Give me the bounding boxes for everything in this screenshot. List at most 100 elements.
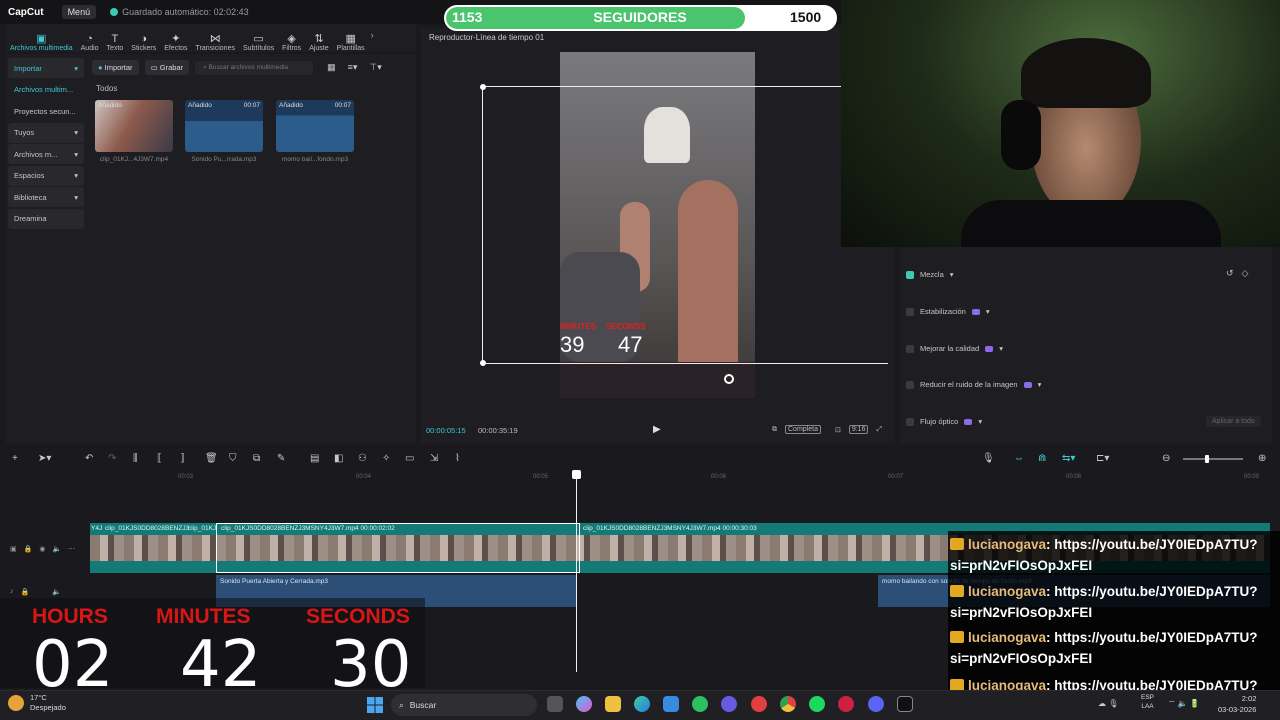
media-thumb-video[interactable]: Añadido (95, 100, 173, 152)
capcut-icon[interactable] (897, 696, 913, 712)
file-explorer-icon[interactable] (605, 696, 621, 712)
reset-icon[interactable]: ↺ (1226, 268, 1234, 279)
zoom-out-icon[interactable]: ⊖ (1162, 453, 1170, 464)
export-frame-icon[interactable]: ⇲ (430, 453, 438, 464)
chevron-right-icon[interactable]: › (371, 30, 374, 40)
undo-icon[interactable]: ↶ (85, 453, 93, 464)
checkbox[interactable] (906, 344, 914, 353)
option-blend[interactable]: Mezcla ▾ (906, 270, 954, 279)
playhead[interactable] (576, 470, 577, 672)
apply-all-button[interactable]: Aplicar a todo (1206, 416, 1261, 427)
scan-icon[interactable]: ⊡ (835, 426, 841, 434)
edit-icon[interactable]: ✎ (277, 453, 285, 464)
cursor-icon[interactable]: ➤▾ (38, 453, 51, 464)
track-thumb-icon[interactable]: ▣ (10, 545, 17, 553)
sidebar-item-import[interactable]: Importar ▾ (8, 58, 84, 78)
sidebar-item-files[interactable]: Archivos m... ▾ (8, 144, 84, 164)
playhead-handle[interactable] (572, 470, 581, 479)
checkbox[interactable] (906, 270, 914, 279)
lock-icon[interactable]: 🔒 (21, 588, 30, 596)
tab-adjust[interactable]: ⇅ Ajuste (305, 26, 332, 52)
language-indicator[interactable]: ESP LAA (1141, 693, 1154, 711)
shield-icon[interactable]: ⛉ (229, 453, 237, 464)
copilot-icon[interactable] (576, 696, 592, 712)
chrome-icon[interactable] (780, 696, 796, 712)
quality-button[interactable]: Completa (785, 425, 821, 434)
sidebar-item-dreamina[interactable]: Dreamina (8, 208, 84, 229)
magnet-icon[interactable]: ⋒ (1038, 453, 1046, 464)
eye-icon[interactable]: ◉ (39, 545, 45, 553)
task-view-icon[interactable] (547, 696, 563, 712)
sidebar-item-spaces[interactable]: Espacios ▾ (8, 165, 84, 186)
keyframe-icon[interactable]: ◇ (1242, 268, 1249, 279)
tab-transitions[interactable]: ⋈ Transiciones (192, 26, 239, 52)
checkbox[interactable] (906, 417, 914, 426)
option-optical-flow[interactable]: Flujo óptico ▾ (906, 417, 982, 426)
network-icons[interactable]: ⌔ 🔈 🔋 (1168, 699, 1200, 709)
person-icon[interactable]: ⚇ (358, 453, 367, 464)
zoom-slider-thumb[interactable] (1205, 455, 1209, 463)
sidebar-item-secondary-projects[interactable]: Proyectos secun... (8, 101, 84, 121)
ratio-button[interactable]: 9:16 (848, 425, 869, 434)
microphone-icon[interactable]: 🎙 (982, 453, 995, 464)
split-icon[interactable]: ⫼ (133, 453, 138, 464)
audio-track-icon[interactable]: ♪ (10, 588, 14, 596)
capture-icon[interactable] (751, 696, 767, 712)
media-thumb-audio[interactable]: Añadido 00:07 (276, 100, 354, 152)
tab-templates[interactable]: ▦ Plantillas (333, 26, 369, 52)
link-icon[interactable]: ⇔ (1014, 453, 1024, 464)
store-icon[interactable] (663, 696, 679, 712)
crop-icon[interactable]: ⧉ (253, 453, 260, 464)
sidebar-item-yours[interactable]: Tuyos ▾ (8, 122, 84, 143)
filter-icon[interactable]: ⊤▾ (369, 62, 381, 73)
freeze-icon[interactable]: ▤ (310, 453, 319, 464)
tab-media[interactable]: ▣ Archivos multimedia (6, 26, 77, 52)
windows-start-icon[interactable] (366, 696, 384, 714)
crop-icon[interactable]: ⧉ (772, 426, 777, 434)
tab-text[interactable]: T Texto (103, 26, 128, 52)
more-icon[interactable]: ⋯ (68, 545, 75, 553)
resize-handle[interactable] (480, 360, 486, 366)
sidebar-item-library[interactable]: Biblioteca ▾ (8, 187, 84, 207)
close-circle-icon[interactable] (724, 374, 734, 384)
option-denoise[interactable]: Reducir el ruido de la imagen ▾ (906, 380, 1041, 389)
tab-subtitles[interactable]: ▭ Subtítulos (239, 26, 278, 52)
discord-icon[interactable] (868, 696, 884, 712)
delete-icon[interactable]: 🗑 (205, 453, 218, 464)
magic-icon[interactable]: ✧ (382, 453, 390, 464)
checkbox[interactable] (906, 380, 914, 389)
zoom-slider[interactable] (1183, 455, 1243, 463)
add-track-icon[interactable]: + (12, 453, 18, 464)
play-icon[interactable]: ▶ (653, 424, 661, 435)
whatsapp-icon[interactable] (692, 696, 708, 712)
taskbar-clock[interactable]: 2:02 03-03-2026 (1218, 693, 1256, 715)
lock-icon[interactable]: 🔒 (24, 545, 33, 553)
tab-filters[interactable]: ◈ Filtros (278, 26, 305, 52)
trim-left-icon[interactable]: ⟦ (157, 453, 162, 464)
spotify-icon[interactable] (809, 696, 825, 712)
volume-icon[interactable]: 🔈 (52, 588, 61, 596)
snap-icon[interactable]: ⇆▾ (1062, 453, 1075, 464)
import-button[interactable]: ● Importar (92, 60, 139, 75)
tray-icons[interactable]: ☁ 🎙 (1098, 699, 1118, 708)
fullscreen-icon[interactable]: ⤢ (876, 426, 882, 434)
volume-icon[interactable]: 🔈 (52, 545, 61, 553)
option-enhance-quality[interactable]: Mejorar la calidad ▾ (906, 344, 1003, 353)
tab-audio[interactable]: ◔ Audio (77, 26, 103, 52)
app-circle-icon[interactable] (721, 696, 737, 712)
timeline-ruler[interactable]: 00:03 00:04 00:05 00:06 00:07 00:08 00:0… (90, 470, 1280, 484)
menu-button[interactable]: Menú (61, 5, 97, 19)
sidebar-item-media-files[interactable]: Archivos multim... (8, 80, 84, 100)
redo-icon[interactable]: ↷ (108, 453, 116, 464)
option-stabilization[interactable]: Estabilización ▾ (906, 307, 990, 316)
resize-handle[interactable] (480, 84, 486, 90)
app-red-icon[interactable] (838, 696, 854, 712)
media-search-input[interactable]: ⌕ Buscar archivos multimedia (195, 60, 314, 75)
trim-right-icon[interactable]: ⟧ (180, 453, 185, 464)
zoom-in-icon[interactable]: ⊕ (1258, 453, 1266, 464)
media-thumb-audio[interactable]: Añadido 00:07 (185, 100, 263, 152)
weather-widget[interactable]: 17°C Despejado (8, 693, 66, 713)
checkbox[interactable] (906, 307, 914, 316)
edge-icon[interactable] (634, 696, 650, 712)
selected-clip-outline[interactable] (216, 523, 580, 573)
